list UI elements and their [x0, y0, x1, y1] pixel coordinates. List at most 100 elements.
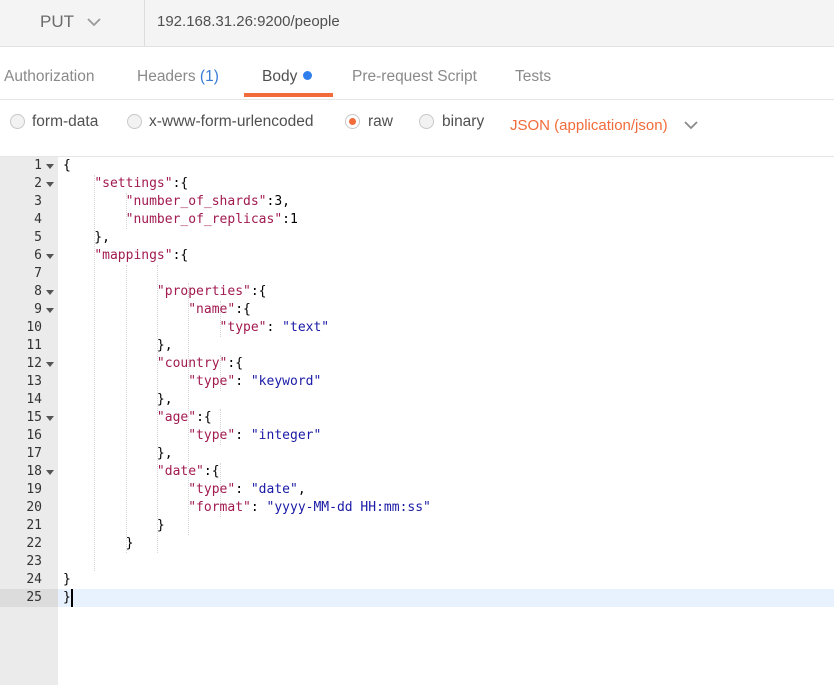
fold-arrow-icon[interactable]	[45, 355, 54, 373]
code-line: "country":{	[63, 355, 243, 373]
code-line: }	[63, 589, 71, 607]
code-line: "type": "text"	[63, 319, 330, 337]
code-line: "number_of_shards":3,	[63, 193, 290, 211]
fold-arrow-icon[interactable]	[45, 409, 54, 427]
code-line: "type": "keyword"	[63, 373, 321, 391]
json-key: "format"	[188, 500, 251, 515]
json-punctuation	[63, 212, 126, 227]
json-key: "country"	[156, 356, 228, 371]
line-number: 18	[26, 464, 42, 479]
request-url-bar: PUT 192.168.31.26:9200/people	[0, 0, 834, 47]
code-line: },	[63, 445, 173, 463]
code-line: "type": "integer"	[63, 427, 321, 445]
line-number: 24	[26, 572, 42, 587]
json-key: "type"	[188, 482, 236, 497]
fold-arrow-icon[interactable]	[45, 247, 54, 265]
json-punctuation: },	[63, 338, 173, 353]
line-number: 12	[26, 356, 42, 371]
json-punctuation: :{	[172, 248, 189, 263]
json-punctuation: :{	[250, 284, 267, 299]
method-label: PUT	[40, 12, 74, 31]
line-number: 5	[34, 230, 42, 245]
active-tab-indicator	[244, 93, 333, 97]
json-punctuation: :	[235, 482, 251, 497]
json-punctuation	[63, 464, 157, 479]
fold-arrow-icon[interactable]	[45, 157, 54, 175]
modified-dot-icon	[303, 71, 313, 80]
chevron-down-icon	[87, 18, 101, 27]
tab-headers-label: Headers	[137, 68, 196, 85]
line-number: 6	[34, 248, 42, 263]
json-key: "type"	[188, 374, 236, 389]
fold-arrow-icon[interactable]	[45, 301, 54, 319]
json-key: "type"	[188, 428, 236, 443]
json-key: "number_of_shards"	[125, 194, 267, 209]
chevron-down-icon[interactable]	[683, 117, 699, 133]
fold-arrow-icon[interactable]	[45, 463, 54, 481]
tab-body[interactable]: Body	[262, 68, 313, 86]
fold-arrow-icon[interactable]	[45, 283, 54, 301]
json-punctuation: }	[63, 572, 71, 587]
line-number: 14	[26, 392, 42, 407]
radio-urlencoded[interactable]: x-www-form-urlencoded	[120, 112, 330, 134]
radio-form-data[interactable]: form-data	[0, 112, 110, 134]
tab-authorization[interactable]: Authorization	[4, 68, 94, 86]
json-string: "yyyy-MM-dd HH:mm:ss"	[266, 500, 431, 515]
json-punctuation	[63, 482, 188, 497]
radio-icon	[127, 114, 142, 129]
code-line: }	[63, 517, 165, 535]
line-number: 7	[34, 266, 42, 281]
json-punctuation	[63, 302, 188, 317]
code-line: {	[63, 157, 71, 175]
json-punctuation: :	[235, 374, 251, 389]
json-punctuation: },	[63, 392, 173, 407]
json-key: "type"	[219, 320, 267, 335]
json-key: "number_of_replicas"	[125, 212, 283, 227]
line-number: 15	[26, 410, 42, 425]
line-number: 2	[34, 176, 42, 191]
json-key: "settings"	[94, 176, 173, 191]
json-punctuation	[63, 320, 220, 335]
json-key: "age"	[156, 410, 197, 425]
json-punctuation: :1	[282, 212, 298, 227]
json-key: "mappings"	[94, 248, 173, 263]
tab-headers[interactable]: Headers (1)	[137, 68, 219, 86]
json-punctuation: ,	[297, 482, 306, 497]
json-punctuation: :	[235, 428, 251, 443]
line-number: 23	[26, 554, 42, 569]
json-key: "date"	[156, 464, 204, 479]
json-punctuation	[63, 356, 157, 371]
json-key: "properties"	[156, 284, 251, 299]
headers-count-badge: (1)	[199, 68, 219, 85]
json-punctuation	[63, 194, 126, 209]
code-editor[interactable]: 1 2 3 4 5 6 7 8 9 10 11 12 13 14 15 16 17 18 19 20 21 22 23 24 2…	[0, 157, 834, 685]
radio-binary[interactable]: binary	[412, 112, 497, 134]
radio-selected-icon	[345, 114, 360, 129]
tab-body-label: Body	[262, 68, 298, 85]
content-type-dropdown[interactable]: JSON (application/json)	[510, 117, 668, 134]
tab-tests[interactable]: Tests	[515, 68, 551, 86]
json-punctuation: :{	[196, 410, 212, 425]
code-line: "format": "yyyy-MM-dd HH:mm:ss"	[63, 499, 431, 517]
json-punctuation: :{	[227, 356, 244, 371]
json-punctuation: }	[63, 518, 165, 533]
radio-label: binary	[442, 113, 485, 130]
line-number: 20	[26, 500, 42, 515]
line-number: 13	[26, 374, 42, 389]
code-line: "properties":{	[63, 283, 267, 301]
tab-prerequest-script[interactable]: Pre-request Script	[352, 68, 477, 86]
code-line: "age":{	[63, 409, 212, 427]
line-number: 10	[26, 320, 42, 335]
method-selector[interactable]: PUT	[0, 0, 145, 46]
line-number: 9	[34, 302, 42, 317]
line-number: 25	[26, 590, 42, 605]
json-punctuation: },	[63, 230, 110, 245]
json-punctuation: }	[63, 536, 134, 551]
fold-arrow-icon[interactable]	[45, 175, 54, 193]
radio-raw[interactable]: raw	[340, 112, 400, 134]
code-line: "number_of_replicas":1	[63, 211, 298, 229]
code-line: "name":{	[63, 301, 251, 319]
line-number: 3	[34, 194, 42, 209]
line-number: 22	[26, 536, 42, 551]
url-input[interactable]: 192.168.31.26:9200/people	[157, 13, 340, 30]
